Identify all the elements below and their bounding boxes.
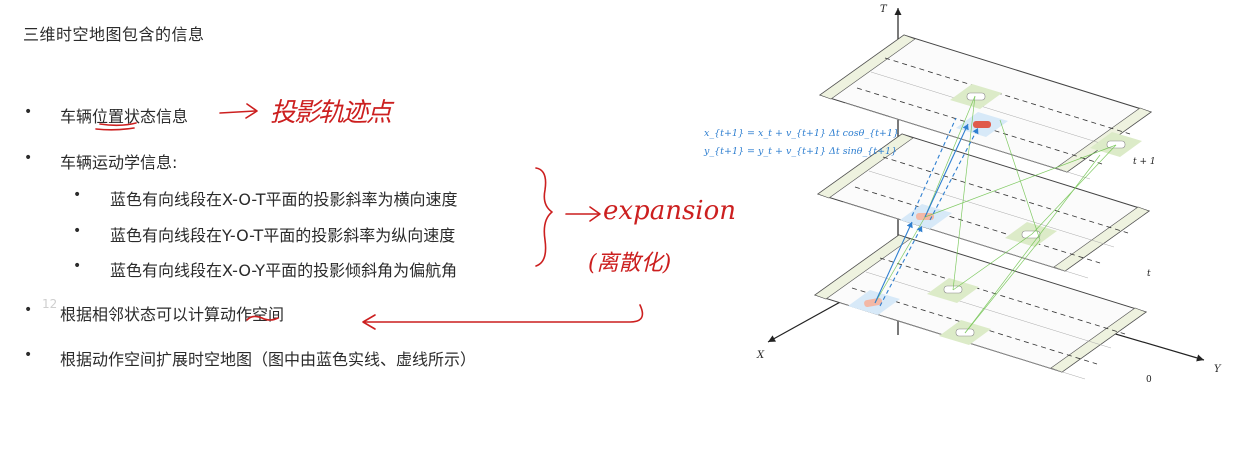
handwritten-note-projection: 投影轨迹点 xyxy=(270,98,392,128)
sub-bullet-lateral-speed: • 蓝色有向线段在X-O-T平面的投影斜率为横向速度 xyxy=(73,186,458,210)
ink-brace xyxy=(535,167,553,267)
sub-bullet-text: 蓝色有向线段在X-O-T平面的投影斜率为横向速度 xyxy=(110,190,458,209)
spatiotemporal-map-figure: T X Y 0 t + 1 t xyxy=(745,0,1239,400)
bullet-dot: • xyxy=(73,258,82,274)
bullet-dot: • xyxy=(24,104,33,120)
origin-label: 0 xyxy=(1146,375,1152,385)
bullet-map-expansion: • 根据动作空间扩展时空地图（图中由蓝色实线、虚线所示） xyxy=(24,346,477,370)
handwritten-note-expansion: expansion xyxy=(603,196,736,226)
layer-t0 xyxy=(813,234,1148,380)
layer-t1-label: t + 1 xyxy=(1133,157,1156,167)
ink-arrow xyxy=(219,110,256,114)
bullet-dot: • xyxy=(73,187,82,203)
sub-bullet-yaw-angle: • 蓝色有向线段在X-O-Y平面的投影倾斜角为偏航角 xyxy=(73,257,458,281)
axis-x-label: X xyxy=(756,350,765,361)
bullet-kinematics: • 车辆运动学信息: xyxy=(24,149,178,173)
ink-arrow-head xyxy=(362,314,376,330)
equation-x-update: x_{t+1} = x_t + v_{t+1} Δt cosθ_{t+1} xyxy=(704,128,899,139)
ghost-page-number: 12 xyxy=(42,297,58,311)
bullet-vehicle-position: • 车辆位置状态信息 xyxy=(24,103,189,127)
spatiotemporal-map-diagram: T X Y 0 t + 1 t xyxy=(756,4,1222,385)
axis-t-label: T xyxy=(880,4,888,15)
bullet-text: 车辆运动学信息: xyxy=(60,153,178,172)
ink-arrow-head xyxy=(245,103,258,119)
axis-y-label: Y xyxy=(1214,364,1222,375)
bullet-text: 根据相邻状态可以计算动作空间 xyxy=(60,305,285,324)
bullet-dot: • xyxy=(24,347,33,363)
handwritten-note-discretize: (离散化) xyxy=(588,251,672,276)
sub-bullet-text: 蓝色有向线段在X-O-Y平面的投影倾斜角为偏航角 xyxy=(110,261,458,280)
sub-bullet-text: 蓝色有向线段在Y-O-T平面的投影斜率为纵向速度 xyxy=(110,226,456,245)
ink-underline xyxy=(95,127,135,131)
bullet-text: 车辆位置状态信息 xyxy=(60,107,189,126)
bullet-text: 根据动作空间扩展时空地图（图中由蓝色实线、虚线所示） xyxy=(60,350,477,369)
sub-bullet-longitudinal-speed: • 蓝色有向线段在Y-O-T平面的投影斜率为纵向速度 xyxy=(73,222,456,246)
slide-title: 三维时空地图包含的信息 xyxy=(23,25,205,44)
bullet-dot: • xyxy=(73,223,82,239)
equation-y-update: y_{t+1} = y_t + v_{t+1} Δt sinθ_{t+1} xyxy=(704,146,898,157)
ink-arrow-head xyxy=(589,206,601,222)
bullet-dot: • xyxy=(24,150,33,166)
bullet-dot: • xyxy=(24,302,33,318)
ink-return-arrow xyxy=(364,304,644,323)
layer-t-label: t xyxy=(1147,269,1151,279)
bullet-action-space: • 根据相邻状态可以计算动作空间 xyxy=(24,301,285,325)
